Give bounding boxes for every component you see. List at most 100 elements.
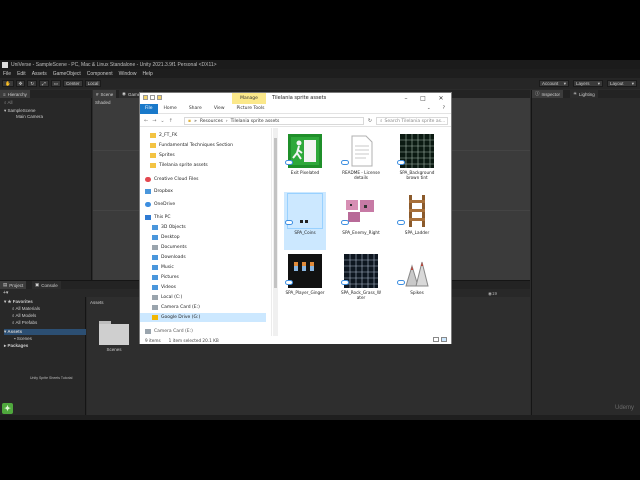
menu-help[interactable]: Help	[142, 71, 152, 77]
folder-icon[interactable]	[157, 95, 162, 100]
ribbon-file-tab[interactable]: File	[140, 103, 158, 114]
menu-component[interactable]: Component	[87, 71, 113, 77]
chevron-down-icon[interactable]: ⌄	[160, 118, 164, 124]
file-item[interactable]: SPA_Background brown tint	[396, 132, 438, 190]
favorite-all-prefabs[interactable]: ⌕ All Prefabs	[12, 320, 37, 325]
explorer-titlebar: Manage Tilelania sprite assets – □ ✕	[140, 93, 451, 104]
scenes-tree-item[interactable]: ▪ Scenes	[14, 336, 32, 341]
tile-grid-icon	[344, 254, 378, 288]
add-asset-button[interactable]: +▾	[3, 290, 8, 296]
file-item[interactable]: README - License details	[340, 132, 382, 190]
breadcrumb-current[interactable]: Tilelania sprite assets	[231, 119, 280, 124]
nav-item-sprites[interactable]: Sprites	[140, 151, 266, 160]
breadcrumb-resources[interactable]: Resources	[200, 119, 223, 124]
ribbon-home-tab[interactable]: Home	[158, 106, 183, 111]
nav-item-onedrive[interactable]: OneDrive	[140, 200, 266, 209]
scenes-folder-icon[interactable]	[99, 321, 129, 345]
maximize-button[interactable]: □	[415, 94, 431, 103]
file-item[interactable]: Spikes	[396, 252, 438, 310]
nav-item-google-drive[interactable]: Google Drive (G:)	[140, 313, 266, 322]
menu-file[interactable]: File	[3, 71, 11, 77]
tab-hierarchy[interactable]: ≡ Hierarchy	[0, 90, 30, 98]
nav-item-music[interactable]: Music	[140, 263, 266, 272]
ribbon-picture-tools-tab[interactable]: Picture Tools	[231, 106, 271, 111]
nav-item-this-pc[interactable]: This PC	[140, 213, 266, 222]
tab-inspector[interactable]: ⓘ Inspector	[532, 90, 564, 98]
layers-dropdown[interactable]: Layers ▾	[573, 80, 603, 87]
explorer-search-input[interactable]: ⌕ Search Tilelania sprite as...	[376, 117, 448, 125]
nav-item-local-c[interactable]: Local (C:)	[140, 293, 266, 302]
favorite-all-materials-label: All Materials	[15, 306, 41, 311]
nav-item-3d-objects[interactable]: 3D Objects	[140, 223, 266, 232]
file-item[interactable]: SPA_Player_Ginger	[284, 252, 326, 310]
menu-window[interactable]: Window	[119, 71, 137, 77]
favorites-label: Favorites	[12, 299, 33, 304]
layout-dropdown[interactable]: Layout ▾	[607, 80, 637, 87]
details-view-icon[interactable]	[433, 337, 439, 342]
minimize-button[interactable]: –	[398, 94, 414, 103]
scrollbar-thumb[interactable]	[274, 138, 277, 288]
nav-item-dropbox[interactable]: Dropbox	[140, 187, 266, 196]
up-arrow-icon[interactable]: ↑	[169, 118, 173, 124]
cube-icon	[152, 225, 158, 230]
file-item[interactable]: SPA_Rock_Grass_Water	[340, 252, 382, 310]
assets-tree-item[interactable]: ▾ Assets	[4, 329, 86, 335]
file-item[interactable]: SPA_Enemy_Right	[340, 192, 382, 250]
cloud-sync-icon	[285, 280, 293, 285]
favorite-all-materials[interactable]: ⌕ All Materials	[12, 306, 40, 311]
packages-tree-item[interactable]: ▸ Packages	[4, 343, 28, 349]
refresh-icon[interactable]: ↻	[366, 117, 374, 125]
tab-console[interactable]: ▣ Console	[32, 281, 61, 289]
file-item-selected[interactable]: SPA_Coins	[284, 192, 326, 250]
cloud-sync-icon	[285, 160, 293, 165]
help-icon[interactable]: ?	[437, 106, 451, 111]
local-toggle[interactable]: Local	[84, 80, 102, 87]
hand-tool-button[interactable]: ✋	[2, 80, 14, 87]
hierarchy-item-main-camera[interactable]: Main Camera	[16, 114, 43, 119]
nav-item-camera-card[interactable]: Camera Card (E:)	[140, 303, 266, 312]
forward-arrow-icon[interactable]: →	[152, 118, 156, 124]
manage-contextual-tab[interactable]: Manage	[232, 93, 266, 104]
file-item[interactable]: Exit Pixelated	[284, 132, 326, 190]
nav-pane-scrollbar[interactable]	[273, 128, 278, 336]
file-item[interactable]: SPA_Ladder	[396, 192, 438, 250]
favorite-all-prefabs-label: All Prefabs	[15, 320, 38, 325]
favorite-all-models[interactable]: ⌕ All Models	[12, 313, 36, 318]
favorites-item[interactable]: ▾ ★ Favorites	[4, 299, 33, 305]
close-button[interactable]: ✕	[433, 94, 449, 103]
nav-item-videos[interactable]: Videos	[140, 283, 266, 292]
chevron-down-icon[interactable]: ⌄	[421, 106, 437, 111]
back-arrow-icon[interactable]: ←	[144, 118, 148, 124]
nav-item-desktop[interactable]: Desktop	[140, 233, 266, 242]
tile-grid-icon	[400, 134, 434, 168]
nav-item-2-ft-fk[interactable]: 2_FT_FK	[140, 131, 266, 140]
account-dropdown[interactable]: Account ▾	[539, 80, 569, 87]
move-tool-button[interactable]: ✥	[15, 80, 26, 87]
nav-item-fundamental-techniques[interactable]: Fundamental Techniques Section	[140, 141, 266, 150]
tab-scene[interactable]: # Scene	[93, 90, 117, 98]
tab-project[interactable]: ▤ Project	[0, 281, 27, 289]
nav-item-tilelania[interactable]: Tilelania sprite assets	[140, 161, 266, 170]
center-toggle[interactable]: Center	[63, 80, 83, 87]
nav-item-downloads[interactable]: Downloads	[140, 253, 266, 262]
menu-assets[interactable]: Assets	[32, 71, 47, 77]
large-icons-view-icon[interactable]	[441, 337, 447, 342]
ribbon-share-tab[interactable]: Share	[183, 106, 208, 111]
checkbox-icon[interactable]	[150, 95, 155, 100]
rotate-tool-button[interactable]: ↻	[27, 80, 38, 87]
nav-item-pictures[interactable]: Pictures	[140, 273, 266, 282]
tab-lighting[interactable]: ☀ Lighting	[570, 90, 598, 98]
rect-tool-button[interactable]: ▭	[50, 80, 62, 87]
ribbon-view-tab[interactable]: View	[208, 106, 231, 111]
address-path[interactable]: ▪ » Resources › Tilelania sprite assets	[184, 117, 364, 125]
nav-item-label: Camera Card (E:)	[154, 329, 193, 334]
shading-mode-dropdown[interactable]: Shaded	[95, 100, 111, 105]
nav-item-camera-card-root[interactable]: Camera Card (E:)	[140, 327, 266, 336]
nav-item-documents[interactable]: Documents	[140, 243, 266, 252]
enemy-thumbnail	[344, 194, 378, 228]
menu-edit[interactable]: Edit	[17, 71, 26, 77]
scale-tool-button[interactable]: ⤢	[39, 80, 49, 87]
nav-item-creative-cloud[interactable]: Creative Cloud Files	[140, 175, 266, 184]
menu-gameobject[interactable]: GameObject	[53, 71, 81, 77]
hierarchy-search[interactable]: ⌕ All	[4, 100, 13, 105]
